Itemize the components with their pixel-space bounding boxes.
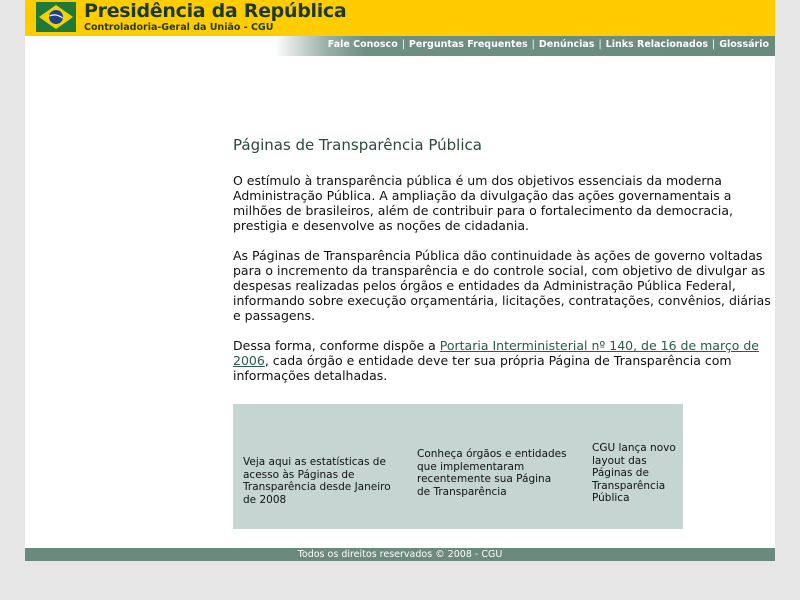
nav-separator: |	[598, 39, 602, 50]
nav-links: Fale Conosco | Perguntas Frequentes | Denúnc…	[328, 39, 769, 50]
portaria-text-before: Dessa forma, conforme dispõe a	[233, 338, 440, 353]
header-bar: Presidência da República Controladoria-G…	[25, 0, 775, 36]
new-layout-news-link[interactable]: CGU lança novo layout das Páginas de Tra…	[592, 442, 676, 505]
content-heading: Páginas de Transparência Pública	[233, 136, 482, 154]
description-paragraph: As Páginas de Transparência Pública dão …	[233, 248, 771, 323]
page-title: Presidência da República	[84, 0, 347, 22]
intro-paragraph: O estímulo à transparência pública é um …	[233, 173, 733, 233]
nav-link-links-relacionados[interactable]: Links Relacionados	[606, 39, 708, 50]
top-navigation: Fale Conosco | Perguntas Frequentes | Denúnc…	[25, 36, 775, 56]
portaria-text-after: , cada órgão e entidade deve ter sua pró…	[233, 353, 732, 383]
nav-link-denuncias[interactable]: Denúncias	[539, 39, 595, 50]
nav-separator: |	[712, 39, 716, 50]
main-content: Páginas de Transparência Pública O estím…	[233, 138, 773, 398]
nav-link-fale-conosco[interactable]: Fale Conosco	[328, 39, 398, 50]
brazil-flag-icon	[36, 2, 76, 32]
portaria-paragraph: Dessa forma, conforme dispõe a Portaria …	[233, 338, 773, 383]
nav-link-perguntas-frequentes[interactable]: Perguntas Frequentes	[409, 39, 528, 50]
nav-link-glossario[interactable]: Glossário	[719, 39, 769, 50]
page-subtitle: Controladoria-Geral da União - CGU	[84, 22, 274, 33]
nav-separator: |	[531, 39, 535, 50]
highlights-panel: Veja aqui as estatísticas de acesso às P…	[233, 404, 683, 529]
footer: Todos os direitos reservados © 2008 - CG…	[25, 548, 775, 561]
nav-separator: |	[401, 39, 405, 50]
statistics-link[interactable]: Veja aqui as estatísticas de acesso às P…	[243, 456, 391, 506]
page-container: Presidência da República Controladoria-G…	[25, 0, 775, 561]
recent-implementations-link[interactable]: Conheça órgãos e entidades que implement…	[417, 448, 567, 498]
